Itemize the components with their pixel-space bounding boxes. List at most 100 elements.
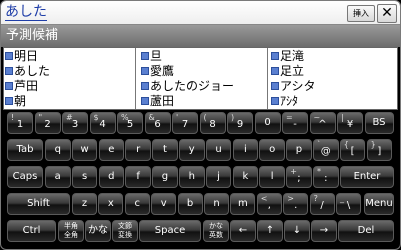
close-icon: ✕ <box>381 5 393 21</box>
candidate-item[interactable]: 蘆田 <box>140 94 267 108</box>
key-@[interactable]: @ ` <box>313 139 339 161</box>
key-z[interactable]: z <box>72 193 97 215</box>
key-label: y <box>188 144 195 155</box>
key-\[interactable]: \ _ <box>336 193 361 215</box>
key-[[interactable]: [{ <box>339 139 366 161</box>
candidate-column-3: 足滝 足立 アシタ ｱｼﾀ <box>270 48 395 109</box>
close-button[interactable]: ✕ <box>377 4 397 23</box>
key-shift-label: { <box>343 140 349 149</box>
key-t[interactable]: t <box>152 139 178 161</box>
key-0[interactable]: 0 <box>254 112 281 134</box>
caps-key[interactable]: Caps <box>7 166 43 188</box>
key-label: ← <box>238 225 248 236</box>
key-8[interactable]: 8( <box>199 112 226 134</box>
up-arrow-key[interactable]: ↑ <box>257 220 283 242</box>
key-d[interactable]: d <box>98 166 125 188</box>
insert-button[interactable]: 挿入 <box>347 5 375 22</box>
key--[interactable]: - = <box>282 112 308 134</box>
key-i[interactable]: i <box>232 139 259 161</box>
key-label: t <box>162 144 167 155</box>
bullet-icon <box>141 52 149 60</box>
candidate-item[interactable]: 明日 <box>4 49 135 63</box>
candidate-item[interactable]: 芦田 <box>4 79 135 93</box>
key-label: v <box>160 198 167 209</box>
enter-key[interactable]: Enter <box>340 166 394 188</box>
key-r[interactable]: r <box>125 139 151 161</box>
tab-key[interactable]: Tab <box>7 139 43 161</box>
key-^[interactable]: ^ ~ <box>309 112 336 134</box>
candidate-item[interactable]: 旦 <box>140 49 267 63</box>
key-][interactable]: ]} <box>366 139 393 161</box>
key-p[interactable]: p <box>286 139 312 161</box>
key-h[interactable]: h <box>179 166 205 188</box>
candidate-item[interactable]: あしたのジョー <box>140 79 267 93</box>
key-2[interactable]: 2 " <box>34 112 61 134</box>
key-e[interactable]: e <box>98 139 125 161</box>
candidate-item[interactable]: アシタ <box>270 79 395 93</box>
down-arrow-key[interactable]: ↓ <box>284 220 310 242</box>
key-3[interactable]: 3 # <box>62 112 88 134</box>
ctrl-key[interactable]: Ctrl <box>7 220 56 242</box>
candidate-header: 予測候補 <box>1 25 400 47</box>
composition-text[interactable]: あした <box>5 4 47 21</box>
candidate-item[interactable]: 足滝 <box>270 49 395 63</box>
key-かな[interactable]: かな <box>85 220 111 242</box>
key-7[interactable]: 7 ' <box>172 112 198 134</box>
key-9[interactable]: 9) <box>227 112 253 134</box>
candidate-item[interactable]: あした <box>4 64 135 78</box>
candidate-item[interactable]: 愛鷹 <box>140 64 267 78</box>
key-u[interactable]: u <box>205 139 232 161</box>
key-label: d <box>108 171 115 182</box>
menu-key[interactable]: Menu <box>364 193 394 215</box>
right-arrow-key[interactable]: → <box>311 220 337 242</box>
key-b[interactable]: b <box>177 193 203 215</box>
key-y[interactable]: y <box>179 139 205 161</box>
key-shift-label: = <box>286 113 293 122</box>
key-,[interactable]: , < <box>256 193 282 215</box>
key-o[interactable]: o <box>259 139 285 161</box>
key-a[interactable]: a <box>45 166 71 188</box>
key-.[interactable]: . > <box>283 193 309 215</box>
key-1[interactable]: 1! <box>7 112 33 134</box>
key-j[interactable]: j <box>205 166 232 188</box>
key-label: ↓ <box>292 225 302 236</box>
key-s[interactable]: s <box>71 166 98 188</box>
bullet-icon <box>141 97 149 105</box>
candidate-item[interactable]: ｱｼﾀ <box>270 94 395 108</box>
key-半角全角[interactable]: 半角 全角 <box>58 220 84 242</box>
key-shift-label: ' <box>176 113 179 122</box>
key-6[interactable]: 6 & <box>144 112 171 134</box>
space-key[interactable]: Space <box>139 220 201 242</box>
key-label: n <box>213 198 220 209</box>
key-x[interactable]: x <box>98 193 124 215</box>
key-文節変換[interactable]: 文節 変換 <box>112 220 138 242</box>
key-:[interactable]: : * <box>313 166 339 188</box>
key-label: r <box>136 144 141 155</box>
key-5[interactable]: 5% <box>117 112 143 134</box>
key-¥[interactable]: ¥ | <box>337 112 363 134</box>
key-label: 文節 変換 <box>118 222 132 239</box>
key-k[interactable]: k <box>232 166 259 188</box>
key-q[interactable]: q <box>45 139 71 161</box>
key-shift-label: & <box>148 113 155 122</box>
key-v[interactable]: v <box>151 193 177 215</box>
key-w[interactable]: w <box>71 139 98 161</box>
candidate-item[interactable]: 朝 <box>4 94 135 108</box>
key-;[interactable]: ; + <box>286 166 312 188</box>
key-m[interactable]: m <box>230 193 256 215</box>
key-c[interactable]: c <box>124 193 150 215</box>
shift-key[interactable]: Shift <box>7 193 70 215</box>
key-l[interactable]: l <box>259 166 285 188</box>
key-shift-label: ! <box>11 113 15 122</box>
key-4[interactable]: 4 $ <box>89 112 116 134</box>
left-arrow-key[interactable]: ← <box>230 220 256 242</box>
candidate-item[interactable]: 足立 <box>270 64 395 78</box>
key-f[interactable]: f <box>125 166 151 188</box>
key-/[interactable]: /? <box>309 193 335 215</box>
delete-key[interactable]: Del <box>338 220 394 242</box>
key-g[interactable]: g <box>152 166 178 188</box>
backspace-key[interactable]: BS <box>364 112 394 134</box>
key-n[interactable]: n <box>204 193 229 215</box>
key-かな英数[interactable]: かな 英数 <box>203 220 229 242</box>
key-label: Tab <box>16 144 34 155</box>
